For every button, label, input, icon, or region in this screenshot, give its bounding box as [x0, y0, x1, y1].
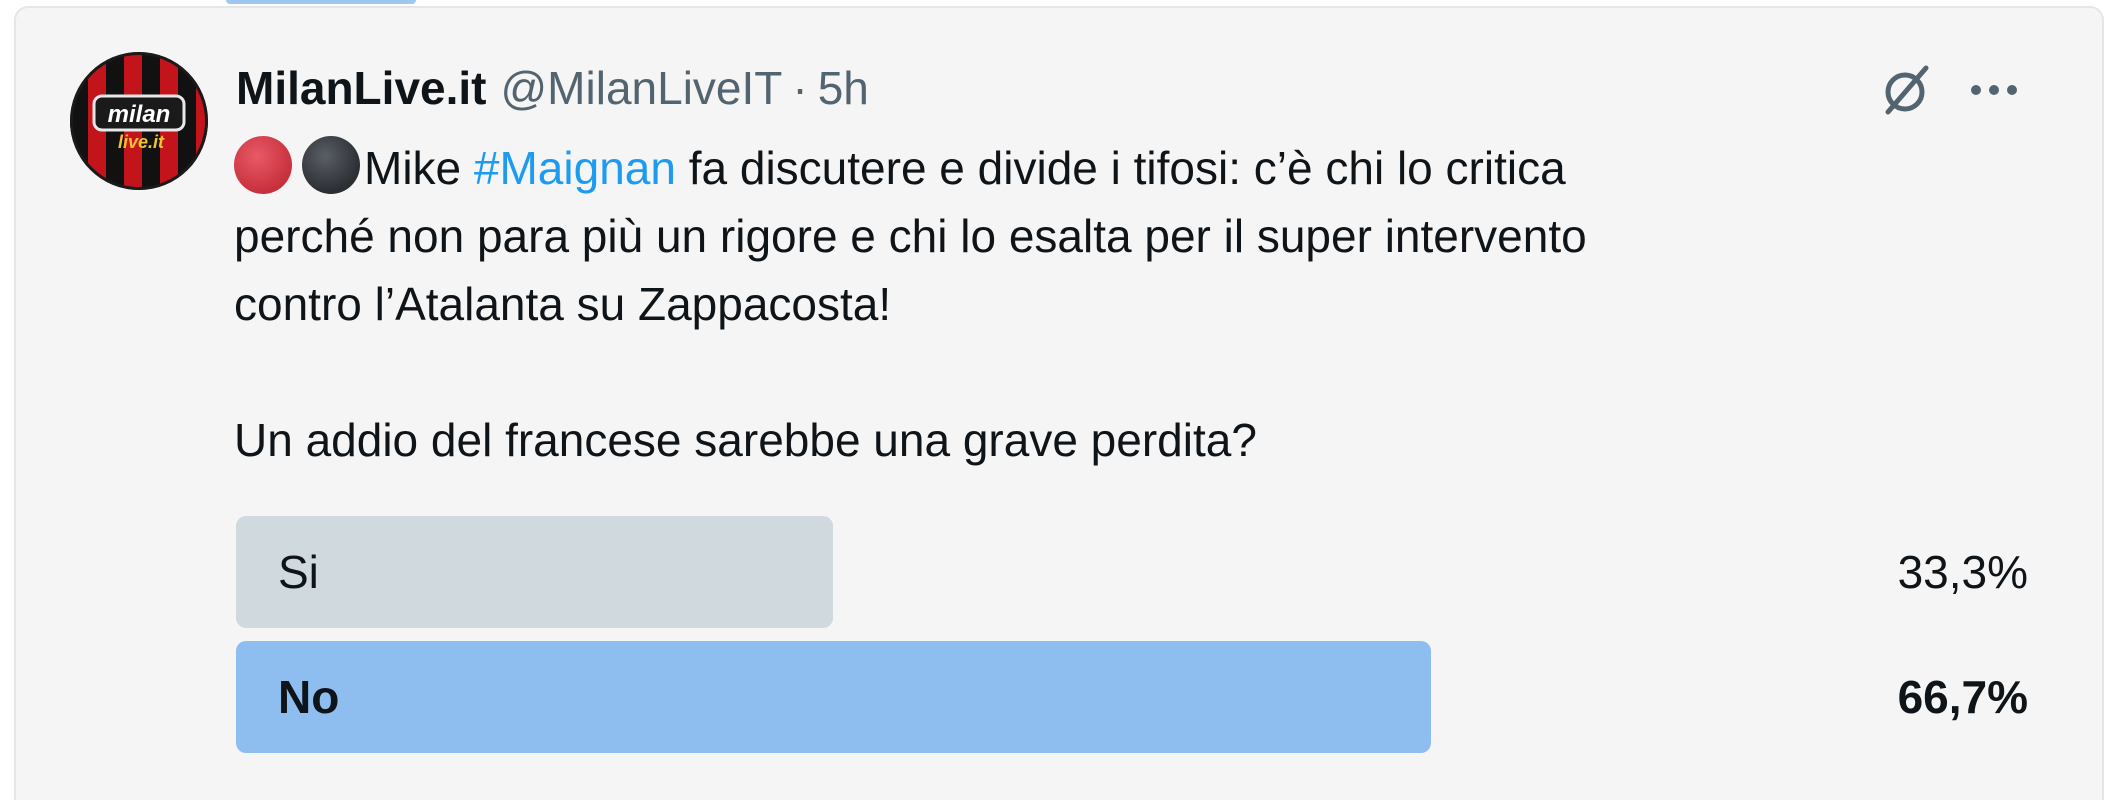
milanlive-logo: milan live.it: [92, 94, 186, 152]
poll-option-label: No: [278, 671, 340, 723]
tweet-text-line-1: Mike #Maignan fa discutere e divide i ti…: [234, 134, 2074, 202]
poll-option-bar: [236, 516, 833, 628]
tweet-text-line-2: perché non para più un rigore e chi lo e…: [234, 210, 1587, 262]
tweet-timestamp[interactable]: 5h: [818, 56, 869, 120]
tweet-text-suffix: fa discutere e divide i tifosi: c’è chi …: [675, 142, 1566, 194]
grok-icon[interactable]: [1872, 56, 1940, 124]
more-dots-graphic: [1971, 85, 2017, 95]
poll-option[interactable]: Si 33,3%: [236, 516, 2028, 628]
poll-option-percent: 33,3%: [1897, 546, 2028, 598]
poll-option-bar: [236, 641, 1431, 753]
tweet-header: MilanLive.it @MilanLiveIT · 5h: [236, 56, 869, 120]
tweet-text-prefix: Mike: [364, 142, 474, 194]
hashtag-link[interactable]: #Maignan: [474, 142, 676, 194]
poll-option[interactable]: No 66,7%: [236, 641, 2028, 753]
poll-option-percent: 66,7%: [1897, 671, 2028, 723]
avatar-logo-bottom-text: live.it: [118, 132, 165, 152]
avatar-logo-top-text: milan: [108, 101, 171, 128]
grok-icon-graphic: [1885, 65, 1929, 115]
header-separator: ·: [792, 62, 808, 114]
top-accent-bar: [226, 0, 416, 4]
black-circle-emoji-icon: [302, 136, 360, 194]
red-circle-emoji-icon: [234, 136, 292, 194]
author-handle[interactable]: @MilanLiveIT: [500, 56, 782, 120]
tweet-text: Mike #Maignan fa discutere e divide i ti…: [234, 134, 2074, 474]
tweet-text-line-3: contro l’Atalanta su Zappacosta!: [234, 278, 892, 330]
more-options-icon[interactable]: [1960, 56, 2028, 124]
poll-option-label: Si: [278, 546, 319, 598]
author-display-name[interactable]: MilanLive.it: [236, 56, 486, 120]
tweet-text-blank-line: [234, 338, 2074, 406]
avatar[interactable]: milan live.it: [70, 52, 208, 190]
tweet-text-line-4: Un addio del francese sarebbe una grave …: [234, 414, 1257, 466]
